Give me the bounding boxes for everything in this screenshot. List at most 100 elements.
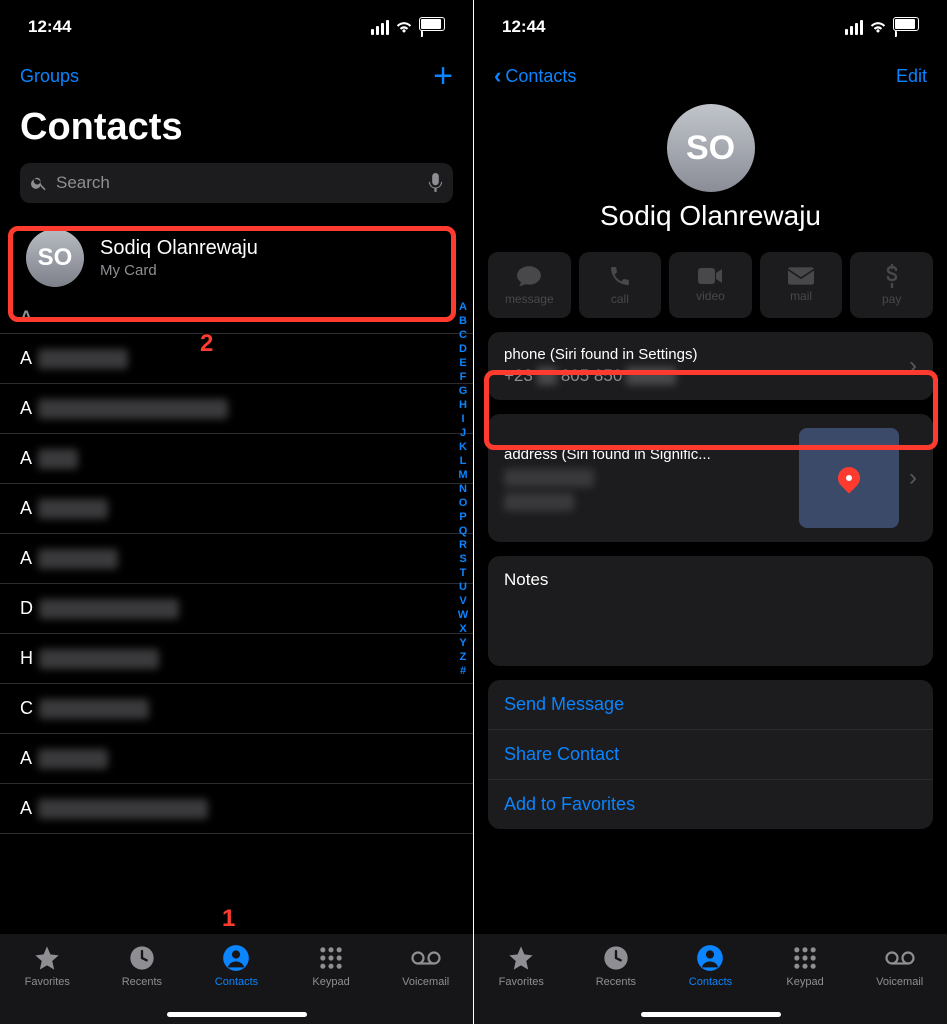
index-letter[interactable]: B	[455, 314, 471, 328]
address-card[interactable]: address (Siri found in Signific... ›	[488, 414, 933, 542]
my-card-name: Sodiq Olanrewaju	[100, 237, 258, 260]
contacts-list-screen: 12:44 Groups + Contacts SO Sodiq Olanrew…	[0, 0, 474, 1024]
add-to-favorites-row[interactable]: Add to Favorites	[488, 780, 933, 829]
map-pin-icon	[833, 462, 864, 493]
index-letter[interactable]: P	[455, 510, 471, 524]
contact-detail-screen: 12:44 ‹ Contacts Edit SO Sodiq Olanrewaj…	[474, 0, 948, 1024]
page-title: Contacts	[0, 98, 473, 163]
contact-row[interactable]: A	[0, 384, 473, 434]
action-video[interactable]: video	[669, 252, 752, 318]
contact-row[interactable]: C	[0, 684, 473, 734]
phone-icon	[608, 264, 632, 288]
action-pay[interactable]: pay	[850, 252, 933, 318]
status-indicators	[845, 17, 919, 37]
home-indicator[interactable]	[641, 1012, 781, 1017]
search-input[interactable]	[56, 173, 420, 193]
index-letter[interactable]: V	[455, 594, 471, 608]
notes-card[interactable]: Notes	[488, 556, 933, 666]
tab-contacts[interactable]: Contacts	[665, 944, 755, 988]
share-contact-row[interactable]: Share Contact	[488, 730, 933, 780]
tab-recents[interactable]: Recents	[571, 944, 661, 988]
contact-row[interactable]: A	[0, 334, 473, 384]
index-letter[interactable]: T	[455, 566, 471, 580]
mail-icon	[788, 267, 814, 285]
alpha-index[interactable]: ABCDEFGHIJKLMNOPQRSTUVWXYZ#	[455, 300, 471, 678]
index-letter[interactable]: K	[455, 440, 471, 454]
index-letter[interactable]: H	[455, 398, 471, 412]
index-letter[interactable]: L	[455, 454, 471, 468]
index-letter[interactable]: X	[455, 622, 471, 636]
index-letter[interactable]: R	[455, 538, 471, 552]
voicemail-icon	[885, 944, 915, 972]
index-letter[interactable]: E	[455, 356, 471, 370]
mic-icon[interactable]	[428, 173, 443, 193]
edit-button[interactable]: Edit	[896, 66, 927, 87]
index-letter[interactable]: A	[455, 300, 471, 314]
tab-keypad[interactable]: Keypad	[760, 944, 850, 988]
contact-row[interactable]: A	[0, 434, 473, 484]
contact-name-heading: Sodiq Olanrewaju	[474, 200, 947, 232]
index-letter[interactable]: F	[455, 370, 471, 384]
tab-voicemail[interactable]: Voicemail	[381, 944, 471, 988]
index-letter[interactable]: Y	[455, 636, 471, 650]
star-icon	[33, 944, 61, 972]
index-letter[interactable]: S	[455, 552, 471, 566]
action-call[interactable]: call	[579, 252, 662, 318]
tab-voicemail[interactable]: Voicemail	[855, 944, 945, 988]
index-letter[interactable]: Z	[455, 650, 471, 664]
index-letter[interactable]: #	[455, 664, 471, 678]
index-letter[interactable]: M	[455, 468, 471, 482]
contact-row[interactable]: A	[0, 734, 473, 784]
wifi-icon	[395, 20, 413, 34]
tab-favorites[interactable]: Favorites	[2, 944, 92, 988]
home-indicator[interactable]	[167, 1012, 307, 1017]
tab-favorites[interactable]: Favorites	[476, 944, 566, 988]
my-card-row[interactable]: SO Sodiq Olanrewaju My Card	[8, 215, 465, 301]
tab-contacts[interactable]: Contacts	[191, 944, 281, 988]
nav-bar: ‹ Contacts Edit	[474, 50, 947, 98]
index-letter[interactable]: O	[455, 496, 471, 510]
person-icon	[222, 944, 250, 972]
tab-recents[interactable]: Recents	[97, 944, 187, 988]
add-contact-button[interactable]: +	[433, 66, 453, 86]
phone-label: phone (Siri found in Settings)	[504, 346, 697, 363]
person-icon	[696, 944, 724, 972]
status-bar: 12:44	[0, 0, 473, 50]
contact-row[interactable]: D	[0, 584, 473, 634]
back-button[interactable]: ‹ Contacts	[494, 63, 576, 89]
index-letter[interactable]: N	[455, 482, 471, 496]
index-letter[interactable]: D	[455, 342, 471, 356]
tab-keypad[interactable]: Keypad	[286, 944, 376, 988]
status-time: 12:44	[502, 17, 545, 37]
battery-icon	[893, 17, 919, 37]
send-message-row[interactable]: Send Message	[488, 680, 933, 730]
index-letter[interactable]: C	[455, 328, 471, 342]
my-card-sub: My Card	[100, 262, 258, 279]
index-letter[interactable]: W	[455, 608, 471, 622]
contact-row[interactable]: A	[0, 484, 473, 534]
status-indicators	[371, 17, 445, 37]
status-time: 12:44	[28, 17, 71, 37]
groups-link[interactable]: Groups	[20, 66, 79, 87]
avatar: SO	[26, 229, 84, 287]
section-header-a: A	[0, 301, 473, 334]
star-icon	[507, 944, 535, 972]
action-message[interactable]: message	[488, 252, 571, 318]
contact-row[interactable]: A	[0, 534, 473, 584]
action-mail[interactable]: mail	[760, 252, 843, 318]
index-letter[interactable]: G	[455, 384, 471, 398]
keypad-icon	[317, 944, 345, 972]
actions-list: Send Message Share Contact Add to Favori…	[488, 680, 933, 829]
contacts-rows: A A A A A D H C A A	[0, 334, 473, 834]
contact-row[interactable]: A	[0, 784, 473, 834]
search-bar[interactable]	[20, 163, 453, 203]
contact-row[interactable]: H	[0, 634, 473, 684]
index-letter[interactable]: Q	[455, 524, 471, 538]
phone-card[interactable]: phone (Siri found in Settings) +23 805 8…	[488, 332, 933, 400]
map-thumbnail	[799, 428, 899, 528]
index-letter[interactable]: I	[455, 412, 471, 426]
index-letter[interactable]: U	[455, 580, 471, 594]
keypad-icon	[791, 944, 819, 972]
index-letter[interactable]: J	[455, 426, 471, 440]
tab-bar: Favorites Recents Contacts Keypad Voicem…	[474, 934, 947, 1024]
